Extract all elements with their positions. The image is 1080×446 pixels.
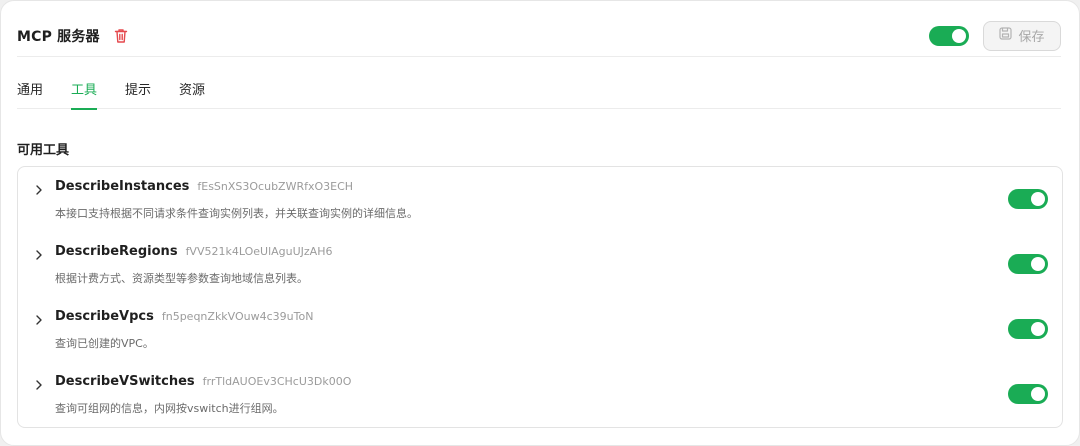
page-title: MCP 服务器 <box>17 28 100 45</box>
tool-name-text: DescribeInstances <box>55 179 190 194</box>
tool-id: frrTldAUOEv3CHcU3Dk00O <box>202 375 352 388</box>
tool-description: 本接口支持根据不同请求条件查询实例列表，并关联查询实例的详细信息。 <box>55 207 418 220</box>
tool-description: 查询已创建的VPC。 <box>55 337 154 350</box>
chevron-right-icon[interactable] <box>34 181 44 195</box>
trash-icon[interactable] <box>114 28 128 44</box>
tool-row: DescribeRegions fVV521k4LOeUlAguUJzAH6 根据… <box>18 232 1062 296</box>
save-button-label: 保存 <box>1018 30 1045 45</box>
section-title: 可用工具 <box>17 143 70 158</box>
tool-name: DescribeVSwitches frrTldAUOEv3CHcU3Dk00O <box>55 374 351 389</box>
tool-id: fVV521k4LOeUlAguUJzAH6 <box>185 245 333 258</box>
tab-general[interactable]: 通用 <box>17 71 43 109</box>
tab-prompts[interactable]: 提示 <box>125 71 151 109</box>
chevron-right-icon[interactable] <box>34 246 44 260</box>
tab-bar: 通用 工具 提示 资源 <box>17 71 1061 110</box>
tool-enabled-toggle[interactable] <box>1008 254 1048 274</box>
tool-name: DescribeVpcs fn5peqnZkkVOuw4c39uToN <box>55 309 313 324</box>
tools-list: DescribeInstances fEsSnXS3OcubZWRfxO3ECH … <box>17 166 1063 428</box>
save-icon <box>999 27 1013 44</box>
server-enabled-toggle[interactable] <box>929 25 969 46</box>
tool-id: fn5peqnZkkVOuw4c39uToN <box>161 310 314 323</box>
panel-header: MCP 服务器 保存 <box>17 15 1061 57</box>
tool-row: DescribeVpcs fn5peqnZkkVOuw4c39uToN 查询已创建… <box>18 297 1062 361</box>
tab-tools[interactable]: 工具 <box>71 71 98 110</box>
tab-resources[interactable]: 资源 <box>179 71 205 109</box>
mcp-server-panel: MCP 服务器 保存 通用 工具 提示 资源 可用工具 DescribeInst… <box>0 0 1080 446</box>
tool-name-text: DescribeVpcs <box>55 309 154 324</box>
tool-id: fEsSnXS3OcubZWRfxO3ECH <box>197 180 354 193</box>
tool-name: DescribeRegions fVV521k4LOeUlAguUJzAH6 <box>55 244 332 259</box>
tool-enabled-toggle[interactable] <box>1008 189 1048 209</box>
tool-name: DescribeInstances fEsSnXS3OcubZWRfxO3ECH <box>55 179 353 194</box>
header-actions: 保存 <box>929 20 1061 51</box>
tool-description: 查询可组网的信息，内网按vswitch进行组网。 <box>55 402 284 415</box>
tool-row: DescribeVSwitches frrTldAUOEv3CHcU3Dk00O … <box>18 362 1062 426</box>
chevron-right-icon[interactable] <box>34 311 44 325</box>
chevron-right-icon[interactable] <box>34 376 44 390</box>
tool-row: DescribeInstances fEsSnXS3OcubZWRfxO3ECH … <box>18 167 1062 231</box>
tool-enabled-toggle[interactable] <box>1008 319 1048 339</box>
save-button[interactable]: 保存 <box>983 20 1061 51</box>
tool-name-text: DescribeRegions <box>55 244 178 259</box>
tool-description: 根据计费方式、资源类型等参数查询地域信息列表。 <box>55 272 308 285</box>
tool-name-text: DescribeVSwitches <box>55 374 195 389</box>
tool-enabled-toggle[interactable] <box>1008 384 1048 404</box>
